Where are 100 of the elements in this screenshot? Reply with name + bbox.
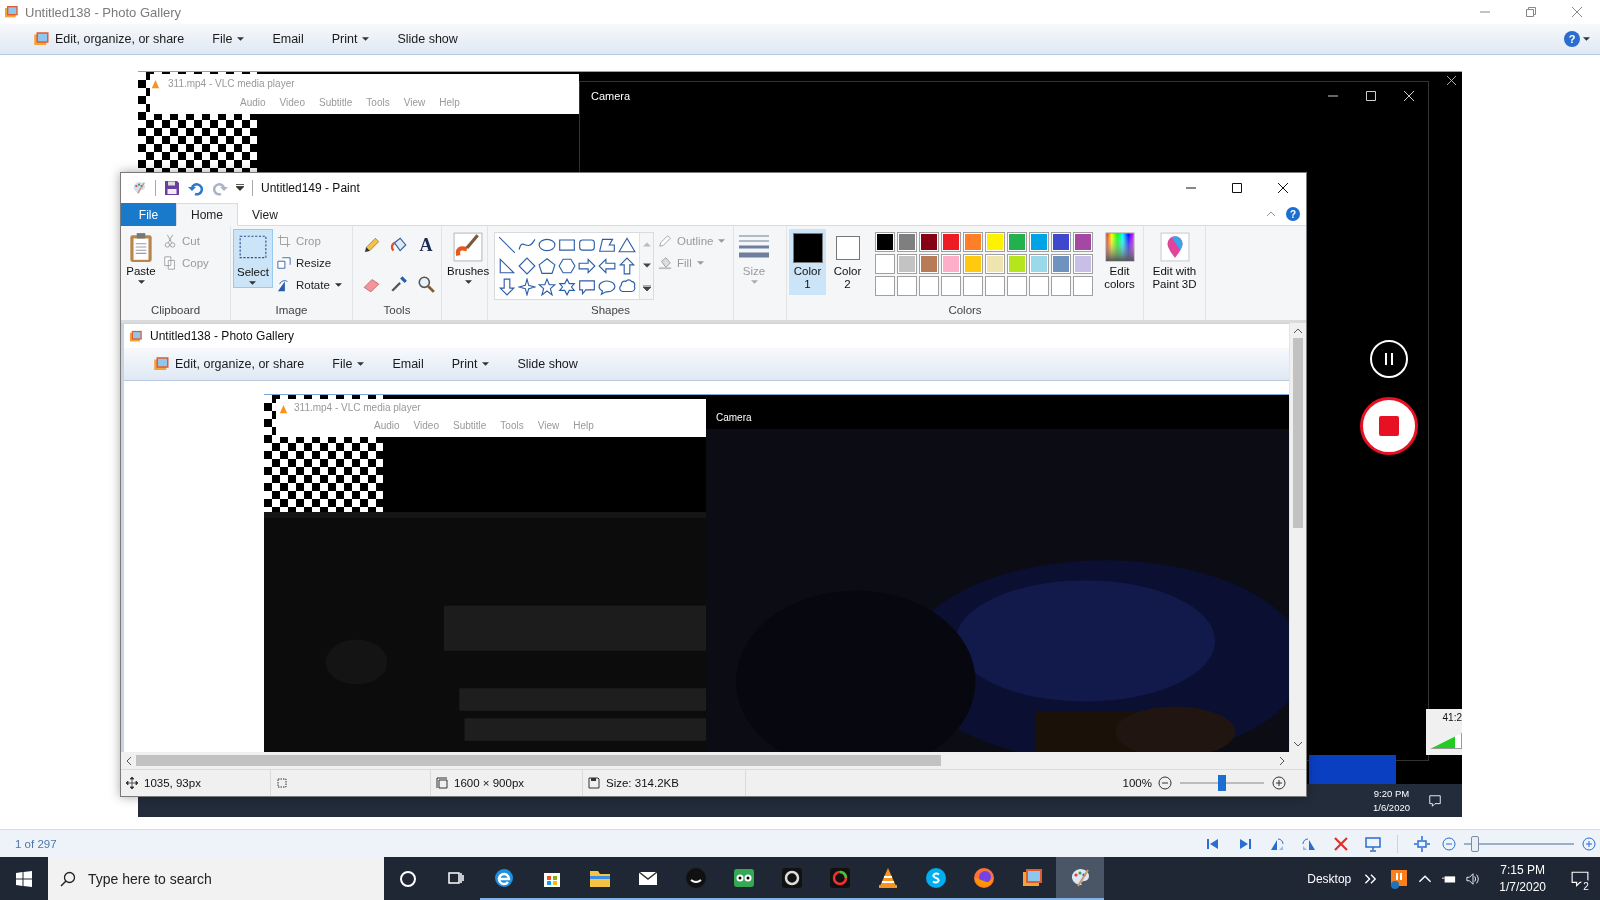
save-icon[interactable]	[164, 179, 180, 196]
ring-icon[interactable]	[780, 865, 804, 890]
six-point-star-icon[interactable]	[558, 278, 576, 296]
text-tool[interactable]: A	[417, 236, 435, 254]
windows-start-icon[interactable]	[16, 870, 32, 887]
color-swatch[interactable]	[1073, 232, 1094, 252]
select-button[interactable]: Select	[233, 229, 273, 288]
down-arrow-icon[interactable]	[498, 278, 516, 296]
right-arrow-icon[interactable]	[578, 257, 596, 275]
collapse-icon[interactable]	[1266, 211, 1276, 217]
color-swatch[interactable]	[1051, 232, 1072, 252]
delete-icon[interactable]	[1333, 835, 1349, 852]
zoom-out-icon[interactable]	[1442, 836, 1456, 851]
magnifier-icon[interactable]	[417, 275, 435, 293]
menu-item[interactable]: Email	[258, 27, 318, 51]
color-swatch[interactable]	[985, 254, 1006, 274]
color-wheel-icon[interactable]	[828, 865, 852, 890]
ribbon-tab[interactable]: Home	[176, 203, 238, 226]
expand-icon[interactable]	[642, 285, 651, 291]
color-swatch[interactable]	[985, 232, 1006, 252]
pentagon-icon[interactable]	[538, 257, 556, 275]
color-swatch[interactable]	[1073, 254, 1094, 274]
paint-bucket-icon[interactable]	[390, 236, 408, 254]
desktop-label[interactable]: Desktop	[1307, 871, 1352, 886]
scroll-down-icon[interactable]	[1294, 742, 1302, 747]
menu-item[interactable]: Edit, organize, or share	[18, 27, 199, 51]
vertical-scrollbar[interactable]	[1289, 323, 1306, 752]
color-swatch[interactable]	[963, 232, 984, 252]
search-field[interactable]: Type here to search	[48, 857, 384, 900]
polygon-icon[interactable]	[598, 236, 616, 254]
hexagon-icon[interactable]	[558, 257, 576, 275]
zoom-in-icon[interactable]	[1272, 776, 1286, 790]
menu-item[interactable]: Slide show	[503, 352, 592, 376]
fox-icon[interactable]	[972, 865, 996, 890]
menu-item[interactable]: Print	[437, 352, 504, 376]
right-triangle-icon[interactable]	[498, 257, 516, 275]
color-slot[interactable]: Color 2	[829, 229, 867, 295]
slideshow-icon[interactable]	[1365, 835, 1381, 852]
diamond-icon[interactable]	[518, 257, 536, 275]
notification-icon[interactable]	[1571, 869, 1589, 888]
caret-icon[interactable]	[236, 184, 244, 191]
scroll-right-icon[interactable]	[1280, 756, 1285, 765]
color-swatch[interactable]	[1029, 254, 1050, 274]
notification-icon[interactable]	[1428, 793, 1442, 808]
color-swatch[interactable]	[941, 254, 962, 274]
rotate-right-icon[interactable]	[1301, 835, 1317, 852]
color-swatch[interactable]	[897, 254, 918, 274]
paint-3d-button[interactable]: Edit with Paint 3D	[1146, 229, 1203, 293]
restore-icon[interactable]	[1526, 7, 1536, 17]
edit-colors-button[interactable]: Edit colors	[1098, 229, 1141, 293]
fit-to-window-icon[interactable]	[1414, 835, 1430, 852]
speech-bubble-icon[interactable]	[578, 278, 596, 296]
brushes-button[interactable]: Brushes	[444, 229, 493, 286]
star-icon[interactable]	[538, 278, 556, 296]
line-icon[interactable]	[498, 236, 516, 254]
four-point-star-icon[interactable]	[518, 278, 536, 296]
menu-item[interactable]: File	[318, 352, 379, 376]
ribbon-tab[interactable]: View	[238, 203, 292, 226]
color-picker-icon[interactable]	[390, 275, 408, 293]
zoom-out-icon[interactable]	[1158, 776, 1172, 790]
menu-item[interactable]: File	[198, 27, 259, 51]
speaker-icon[interactable]	[1466, 871, 1481, 886]
zoom-in-icon[interactable]	[1582, 836, 1596, 851]
color-swatch[interactable]	[1007, 232, 1028, 252]
rectangle-icon[interactable]	[558, 236, 576, 254]
close-icon[interactable]	[1447, 76, 1456, 85]
color-swatch[interactable]	[919, 232, 940, 252]
color-swatch[interactable]	[1007, 254, 1028, 274]
color-swatch[interactable]	[1051, 254, 1072, 274]
scroll-up-icon[interactable]	[1294, 328, 1302, 333]
toolbar-button[interactable]: Resize	[276, 253, 342, 273]
menu-item[interactable]: Edit, organize, or share	[138, 352, 319, 376]
triangle-icon[interactable]	[618, 236, 636, 254]
oval-speech-bubble-icon[interactable]	[598, 278, 616, 296]
paste-button[interactable]: Paste	[123, 229, 159, 286]
pause-button[interactable]	[1370, 340, 1408, 378]
alert-icon[interactable]	[1388, 868, 1409, 889]
maximize-icon[interactable]	[1232, 182, 1242, 193]
color-swatch[interactable]	[875, 254, 896, 274]
chevron-icon[interactable]	[1364, 871, 1379, 886]
scroll-left-icon[interactable]	[126, 756, 131, 765]
menu-item[interactable]: Slide show	[383, 27, 472, 51]
rotate-left-icon[interactable]	[1269, 835, 1285, 852]
menu-item[interactable]: Email	[378, 352, 438, 376]
color-slot[interactable]: Color 1	[789, 229, 826, 295]
scroll-down-icon[interactable]	[642, 263, 651, 269]
left-arrow-icon[interactable]	[598, 257, 616, 275]
ribbon-tab[interactable]: File	[121, 203, 176, 226]
pencil-icon[interactable]	[363, 236, 381, 254]
menu-item[interactable]: Print	[317, 27, 384, 51]
color-swatch[interactable]	[941, 232, 962, 252]
toolbar-button[interactable]: Rotate	[276, 275, 342, 295]
stop-recording-button[interactable]	[1360, 397, 1418, 455]
chat-icon[interactable]	[924, 865, 948, 890]
help-icon[interactable]: ?	[1286, 207, 1300, 221]
color-swatch[interactable]	[1029, 232, 1050, 252]
color-swatch[interactable]	[875, 232, 896, 252]
color-swatch[interactable]	[919, 254, 940, 274]
horizontal-scrollbar[interactable]	[121, 752, 1306, 769]
close-icon[interactable]	[1278, 182, 1288, 193]
